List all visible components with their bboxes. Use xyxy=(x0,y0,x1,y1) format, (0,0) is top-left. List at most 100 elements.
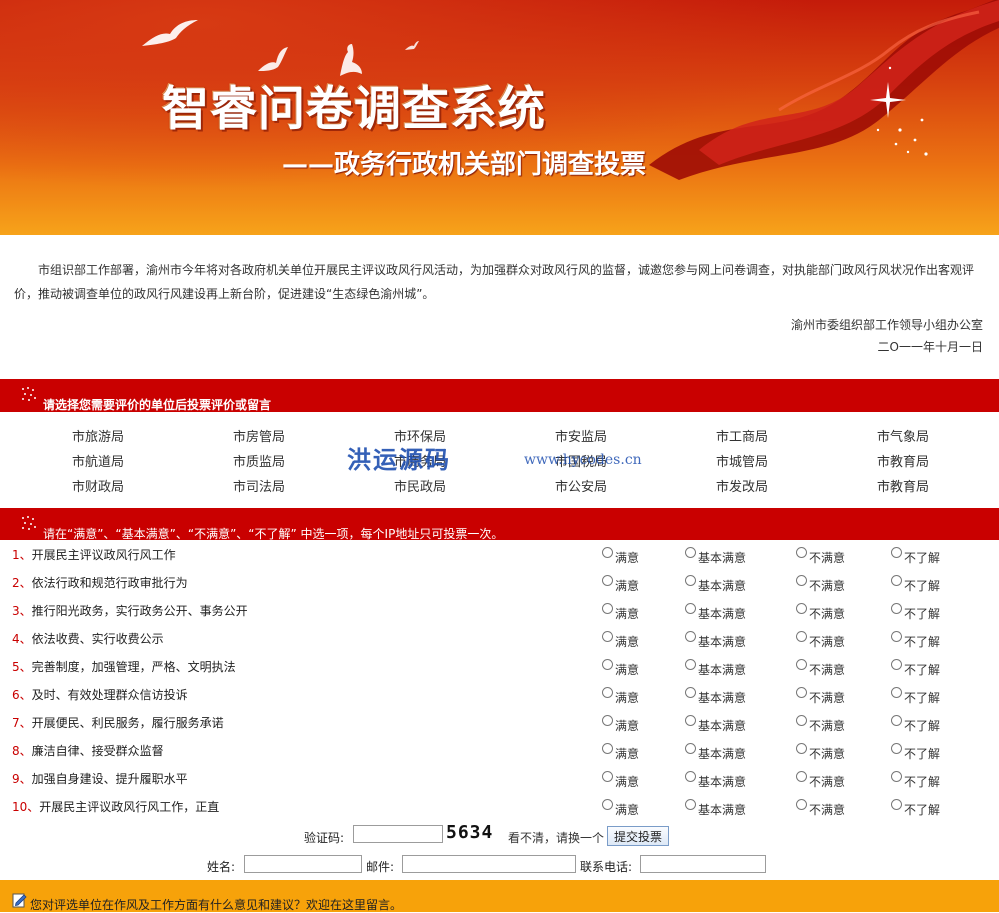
option-satisfied[interactable]: 满意 xyxy=(602,686,639,706)
option-basically-satisfied[interactable]: 基本满意 xyxy=(685,714,746,734)
comment-section-bar[interactable]: 您对评选单位在作风及工作方面有什么意见和建议？欢迎在这里留言。 xyxy=(0,880,999,912)
radio-button[interactable] xyxy=(891,715,902,726)
option-basically-satisfied[interactable]: 基本满意 xyxy=(685,742,746,762)
radio-button[interactable] xyxy=(796,659,807,670)
radio-button[interactable] xyxy=(602,715,613,726)
radio-button[interactable] xyxy=(891,603,902,614)
radio-button[interactable] xyxy=(685,771,696,782)
option-dissatisfied[interactable]: 不满意 xyxy=(796,630,845,650)
radio-button[interactable] xyxy=(602,687,613,698)
radio-button[interactable] xyxy=(685,743,696,754)
radio-button[interactable] xyxy=(891,575,902,586)
option-satisfied[interactable]: 满意 xyxy=(602,658,639,678)
option-unknown[interactable]: 不了解 xyxy=(891,770,940,790)
option-basically-satisfied[interactable]: 基本满意 xyxy=(685,770,746,790)
option-unknown[interactable]: 不了解 xyxy=(891,798,940,818)
radio-button[interactable] xyxy=(796,631,807,642)
unit-link[interactable]: 市司法局 xyxy=(233,476,285,495)
radio-button[interactable] xyxy=(891,659,902,670)
option-satisfied[interactable]: 满意 xyxy=(602,602,639,622)
radio-button[interactable] xyxy=(685,547,696,558)
radio-button[interactable] xyxy=(685,631,696,642)
radio-button[interactable] xyxy=(891,799,902,810)
unit-link[interactable]: 市旅游局 xyxy=(72,426,124,445)
option-dissatisfied[interactable]: 不满意 xyxy=(796,658,845,678)
option-basically-satisfied[interactable]: 基本满意 xyxy=(685,630,746,650)
option-satisfied[interactable]: 满意 xyxy=(602,798,639,818)
option-dissatisfied[interactable]: 不满意 xyxy=(796,602,845,622)
option-unknown[interactable]: 不了解 xyxy=(891,602,940,622)
radio-button[interactable] xyxy=(796,575,807,586)
option-unknown[interactable]: 不了解 xyxy=(891,574,940,594)
radio-button[interactable] xyxy=(602,771,613,782)
option-dissatisfied[interactable]: 不满意 xyxy=(796,798,845,818)
radio-button[interactable] xyxy=(891,743,902,754)
option-basically-satisfied[interactable]: 基本满意 xyxy=(685,546,746,566)
option-satisfied[interactable]: 满意 xyxy=(602,770,639,790)
option-unknown[interactable]: 不了解 xyxy=(891,686,940,706)
radio-button[interactable] xyxy=(602,575,613,586)
unit-link[interactable]: 市财政局 xyxy=(72,476,124,495)
option-basically-satisfied[interactable]: 基本满意 xyxy=(685,602,746,622)
radio-button[interactable] xyxy=(685,659,696,670)
option-satisfied[interactable]: 满意 xyxy=(602,546,639,566)
unit-link[interactable]: 市航道局 xyxy=(72,451,124,470)
option-dissatisfied[interactable]: 不满意 xyxy=(796,714,845,734)
radio-button[interactable] xyxy=(891,771,902,782)
option-basically-satisfied[interactable]: 基本满意 xyxy=(685,658,746,678)
radio-button[interactable] xyxy=(602,547,613,558)
radio-button[interactable] xyxy=(602,603,613,614)
option-unknown[interactable]: 不了解 xyxy=(891,714,940,734)
radio-button[interactable] xyxy=(796,743,807,754)
submit-vote-button[interactable]: 提交投票 xyxy=(607,826,669,846)
unit-link[interactable]: 市城管局 xyxy=(716,451,768,470)
unit-link[interactable]: 市安监局 xyxy=(555,426,607,445)
radio-button[interactable] xyxy=(602,743,613,754)
option-dissatisfied[interactable]: 不满意 xyxy=(796,546,845,566)
radio-button[interactable] xyxy=(685,687,696,698)
radio-button[interactable] xyxy=(796,547,807,558)
option-dissatisfied[interactable]: 不满意 xyxy=(796,574,845,594)
radio-button[interactable] xyxy=(602,799,613,810)
radio-button[interactable] xyxy=(602,631,613,642)
option-basically-satisfied[interactable]: 基本满意 xyxy=(685,574,746,594)
unit-link[interactable]: 市教育局 xyxy=(877,476,929,495)
unit-link[interactable]: 市气象局 xyxy=(877,426,929,445)
name-field[interactable] xyxy=(244,855,362,873)
unit-link[interactable]: 市民政局 xyxy=(394,476,446,495)
option-satisfied[interactable]: 满意 xyxy=(602,742,639,762)
unit-link[interactable]: 市教育局 xyxy=(877,451,929,470)
radio-button[interactable] xyxy=(796,799,807,810)
option-satisfied[interactable]: 满意 xyxy=(602,574,639,594)
option-dissatisfied[interactable]: 不满意 xyxy=(796,742,845,762)
option-basically-satisfied[interactable]: 基本满意 xyxy=(685,686,746,706)
radio-button[interactable] xyxy=(796,603,807,614)
captcha-refresh-link[interactable]: 看不清，请换一个 xyxy=(508,829,604,846)
radio-button[interactable] xyxy=(685,799,696,810)
option-unknown[interactable]: 不了解 xyxy=(891,742,940,762)
option-satisfied[interactable]: 满意 xyxy=(602,714,639,734)
radio-button[interactable] xyxy=(796,687,807,698)
unit-link[interactable]: 市房管局 xyxy=(233,426,285,445)
option-dissatisfied[interactable]: 不满意 xyxy=(796,770,845,790)
email-field[interactable] xyxy=(402,855,576,873)
unit-link[interactable]: 市公安局 xyxy=(555,476,607,495)
option-unknown[interactable]: 不了解 xyxy=(891,630,940,650)
radio-button[interactable] xyxy=(891,547,902,558)
radio-button[interactable] xyxy=(796,771,807,782)
unit-link[interactable]: 市发改局 xyxy=(716,476,768,495)
unit-link[interactable]: 市工商局 xyxy=(716,426,768,445)
radio-button[interactable] xyxy=(602,659,613,670)
radio-button[interactable] xyxy=(685,575,696,586)
option-basically-satisfied[interactable]: 基本满意 xyxy=(685,798,746,818)
radio-button[interactable] xyxy=(891,687,902,698)
option-unknown[interactable]: 不了解 xyxy=(891,658,940,678)
unit-link[interactable]: 市质监局 xyxy=(233,451,285,470)
option-dissatisfied[interactable]: 不满意 xyxy=(796,686,845,706)
option-unknown[interactable]: 不了解 xyxy=(891,546,940,566)
phone-field[interactable] xyxy=(640,855,766,873)
radio-button[interactable] xyxy=(891,631,902,642)
captcha-input[interactable] xyxy=(353,825,443,843)
captcha-image[interactable]: 5634 xyxy=(446,822,493,843)
radio-button[interactable] xyxy=(685,715,696,726)
